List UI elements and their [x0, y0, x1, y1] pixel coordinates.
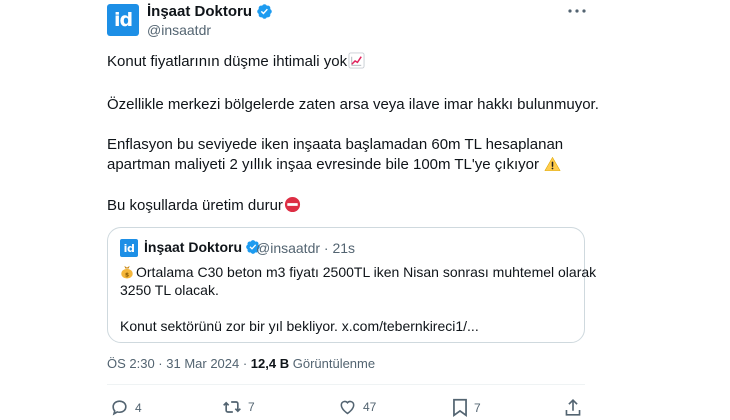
share-button[interactable] — [564, 398, 582, 417]
quoted-text-line-2: 3250 TL olacak. — [120, 282, 219, 298]
quoted-author-name[interactable]: İnşaat Doktoru — [144, 239, 242, 255]
tweet-text: apartman maliyeti 2 yıllık inşaa evresin… — [107, 156, 539, 173]
quoted-text-line-1: $ Ortalama C30 beton m3 fiyatı 2500TL ik… — [120, 263, 596, 281]
quoted-text: Ortalama C30 beton m3 fiyatı 2500TL iken… — [136, 264, 597, 280]
heart-icon — [340, 400, 355, 415]
reply-icon — [112, 400, 127, 416]
share-icon — [565, 398, 581, 416]
svg-text:$: $ — [125, 271, 129, 278]
tweet-text: Bu koşullarda üretim durur — [107, 197, 283, 214]
divider — [107, 384, 585, 385]
tweet-text-line-5: Bu koşullarda üretim durur — [107, 196, 301, 216]
tweet-text-line-3: Enflasyon bu seviyede iken inşaata başla… — [107, 136, 564, 153]
views-count: 12,4 B — [250, 356, 290, 371]
quoted-author-name-row[interactable]: İnşaat Doktoru — [144, 239, 261, 255]
verified-badge-icon — [257, 4, 272, 19]
quoted-author-handle-time[interactable]: @insaatdr · 21s — [256, 240, 355, 256]
warning-emoji — [544, 156, 561, 171]
money-bag-emoji: $ — [121, 265, 133, 279]
author-name[interactable]: İnşaat Doktoru — [147, 3, 252, 20]
no-entry-emoji — [284, 196, 300, 213]
retweet-icon — [223, 401, 241, 413]
tweet-text: Konut fiyatlarının düşme ihtimali yok — [107, 53, 348, 70]
retweet-count: 7 — [248, 400, 255, 414]
reply-button[interactable]: 4 — [110, 398, 142, 417]
quoted-tweet-card[interactable]: id İnşaat Doktoru @insaatdr · 21s $ Orta… — [107, 227, 596, 343]
like-count: 47 — [363, 399, 377, 414]
author-handle[interactable]: @insaatdr — [147, 22, 211, 38]
tweet-timestamp[interactable]: ÖS 2:30 · 31 Mar 2024 · — [107, 356, 251, 371]
quoted-author-avatar[interactable]: id — [120, 239, 138, 257]
bookmark-icon — [453, 398, 467, 417]
tweet-card: id İnşaat Doktoru @insaatdr Konut fiyatl… — [0, 0, 730, 420]
quoted-text-line-3: Konut sektörünü zor bir yıl bekliyor. x.… — [120, 318, 479, 334]
bookmark-count: 7 — [474, 400, 481, 415]
like-button[interactable]: 47 — [338, 398, 376, 415]
chart-increasing-emoji — [348, 52, 365, 69]
views-label: Görüntülenme — [289, 356, 376, 371]
retweet-button[interactable]: 7 — [222, 398, 255, 416]
bookmark-button[interactable]: 7 — [452, 398, 481, 417]
tweet-text-line-4: apartman maliyeti 2 yıllık inşaa evresin… — [107, 155, 561, 175]
more-options-icon[interactable] — [566, 2, 588, 20]
tweet-meta: ÖS 2:30 · 31 Mar 2024 · 12,4 B Görüntüle… — [107, 356, 375, 371]
reply-count: 4 — [135, 400, 142, 415]
tweet-text-line-2: Özellikle merkezi bölgelerde zaten arsa … — [107, 96, 599, 113]
author-avatar[interactable]: id — [107, 4, 139, 36]
tweet-text-line-1: Konut fiyatlarının düşme ihtimali yok — [107, 52, 365, 72]
author-name-row[interactable]: İnşaat Doktoru — [147, 3, 273, 20]
